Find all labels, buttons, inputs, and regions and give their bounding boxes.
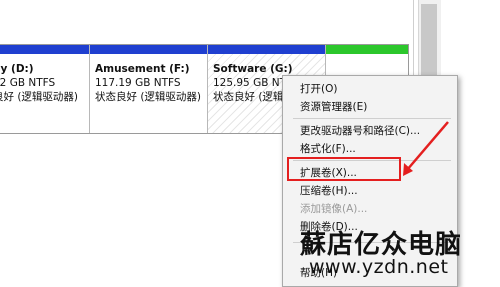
watermark-url: www.yzdn.net: [309, 256, 449, 278]
